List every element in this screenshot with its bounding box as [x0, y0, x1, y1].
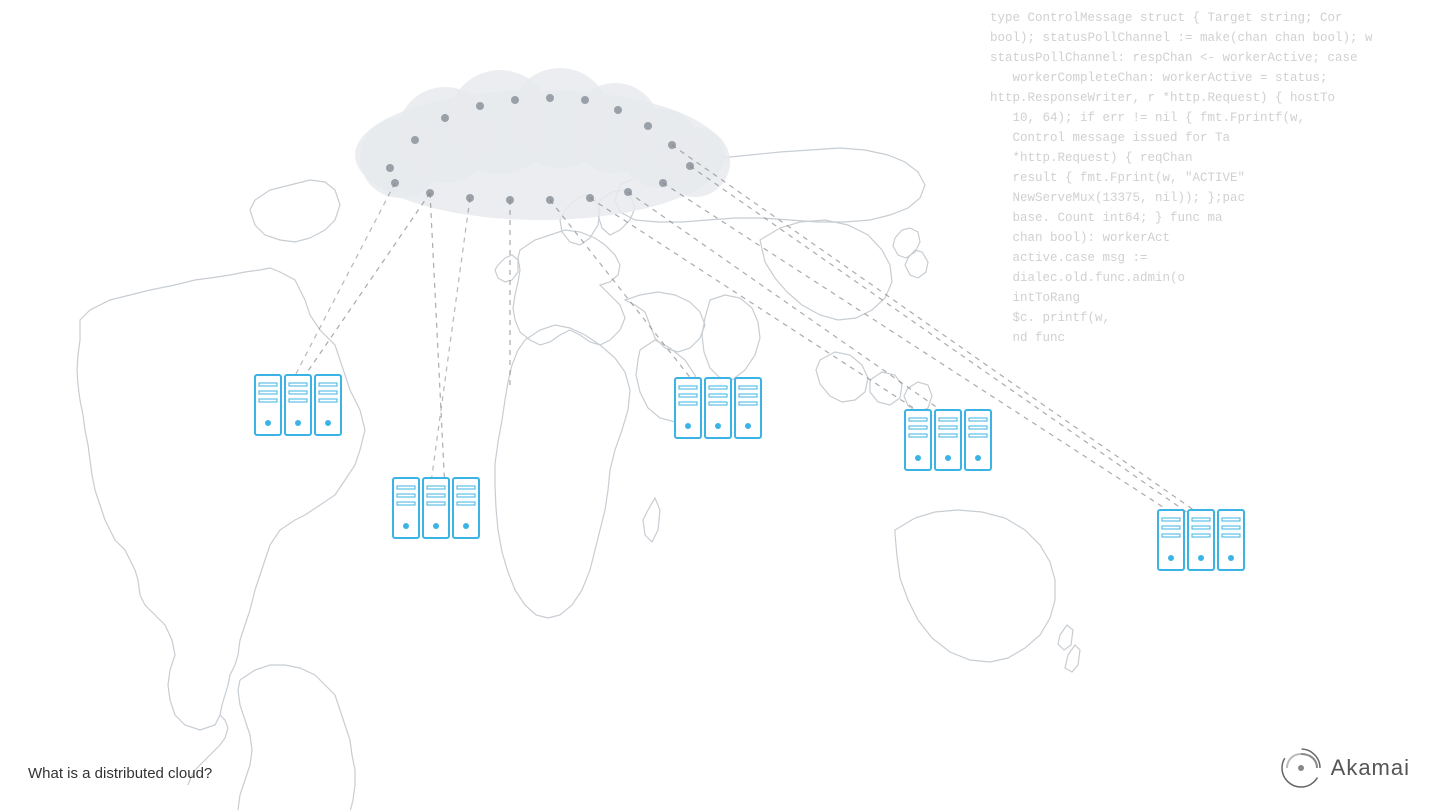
connection-line-na — [295, 193, 430, 390]
page-title-text: What is a distributed cloud? — [28, 765, 212, 782]
connection-line-na2 — [285, 183, 395, 395]
page-title: What is a distributed cloud? — [28, 765, 212, 782]
connection-line-eu2 — [550, 200, 700, 390]
akamai-logo-icon — [1279, 746, 1323, 790]
server-cluster-latin-america — [393, 478, 479, 538]
cloud-shape — [355, 68, 730, 220]
server-cluster-north-america — [255, 375, 341, 435]
server-cluster-europe — [675, 378, 761, 438]
connection-line-la — [430, 193, 445, 490]
akamai-logo: Akamai — [1279, 746, 1410, 790]
connection-line-la2 — [430, 198, 470, 490]
world-map-svg — [0, 0, 1440, 810]
server-cluster-asia-pacific — [1158, 510, 1244, 570]
server-cluster-middle-east — [905, 410, 991, 470]
akamai-logo-text: Akamai — [1331, 755, 1410, 781]
